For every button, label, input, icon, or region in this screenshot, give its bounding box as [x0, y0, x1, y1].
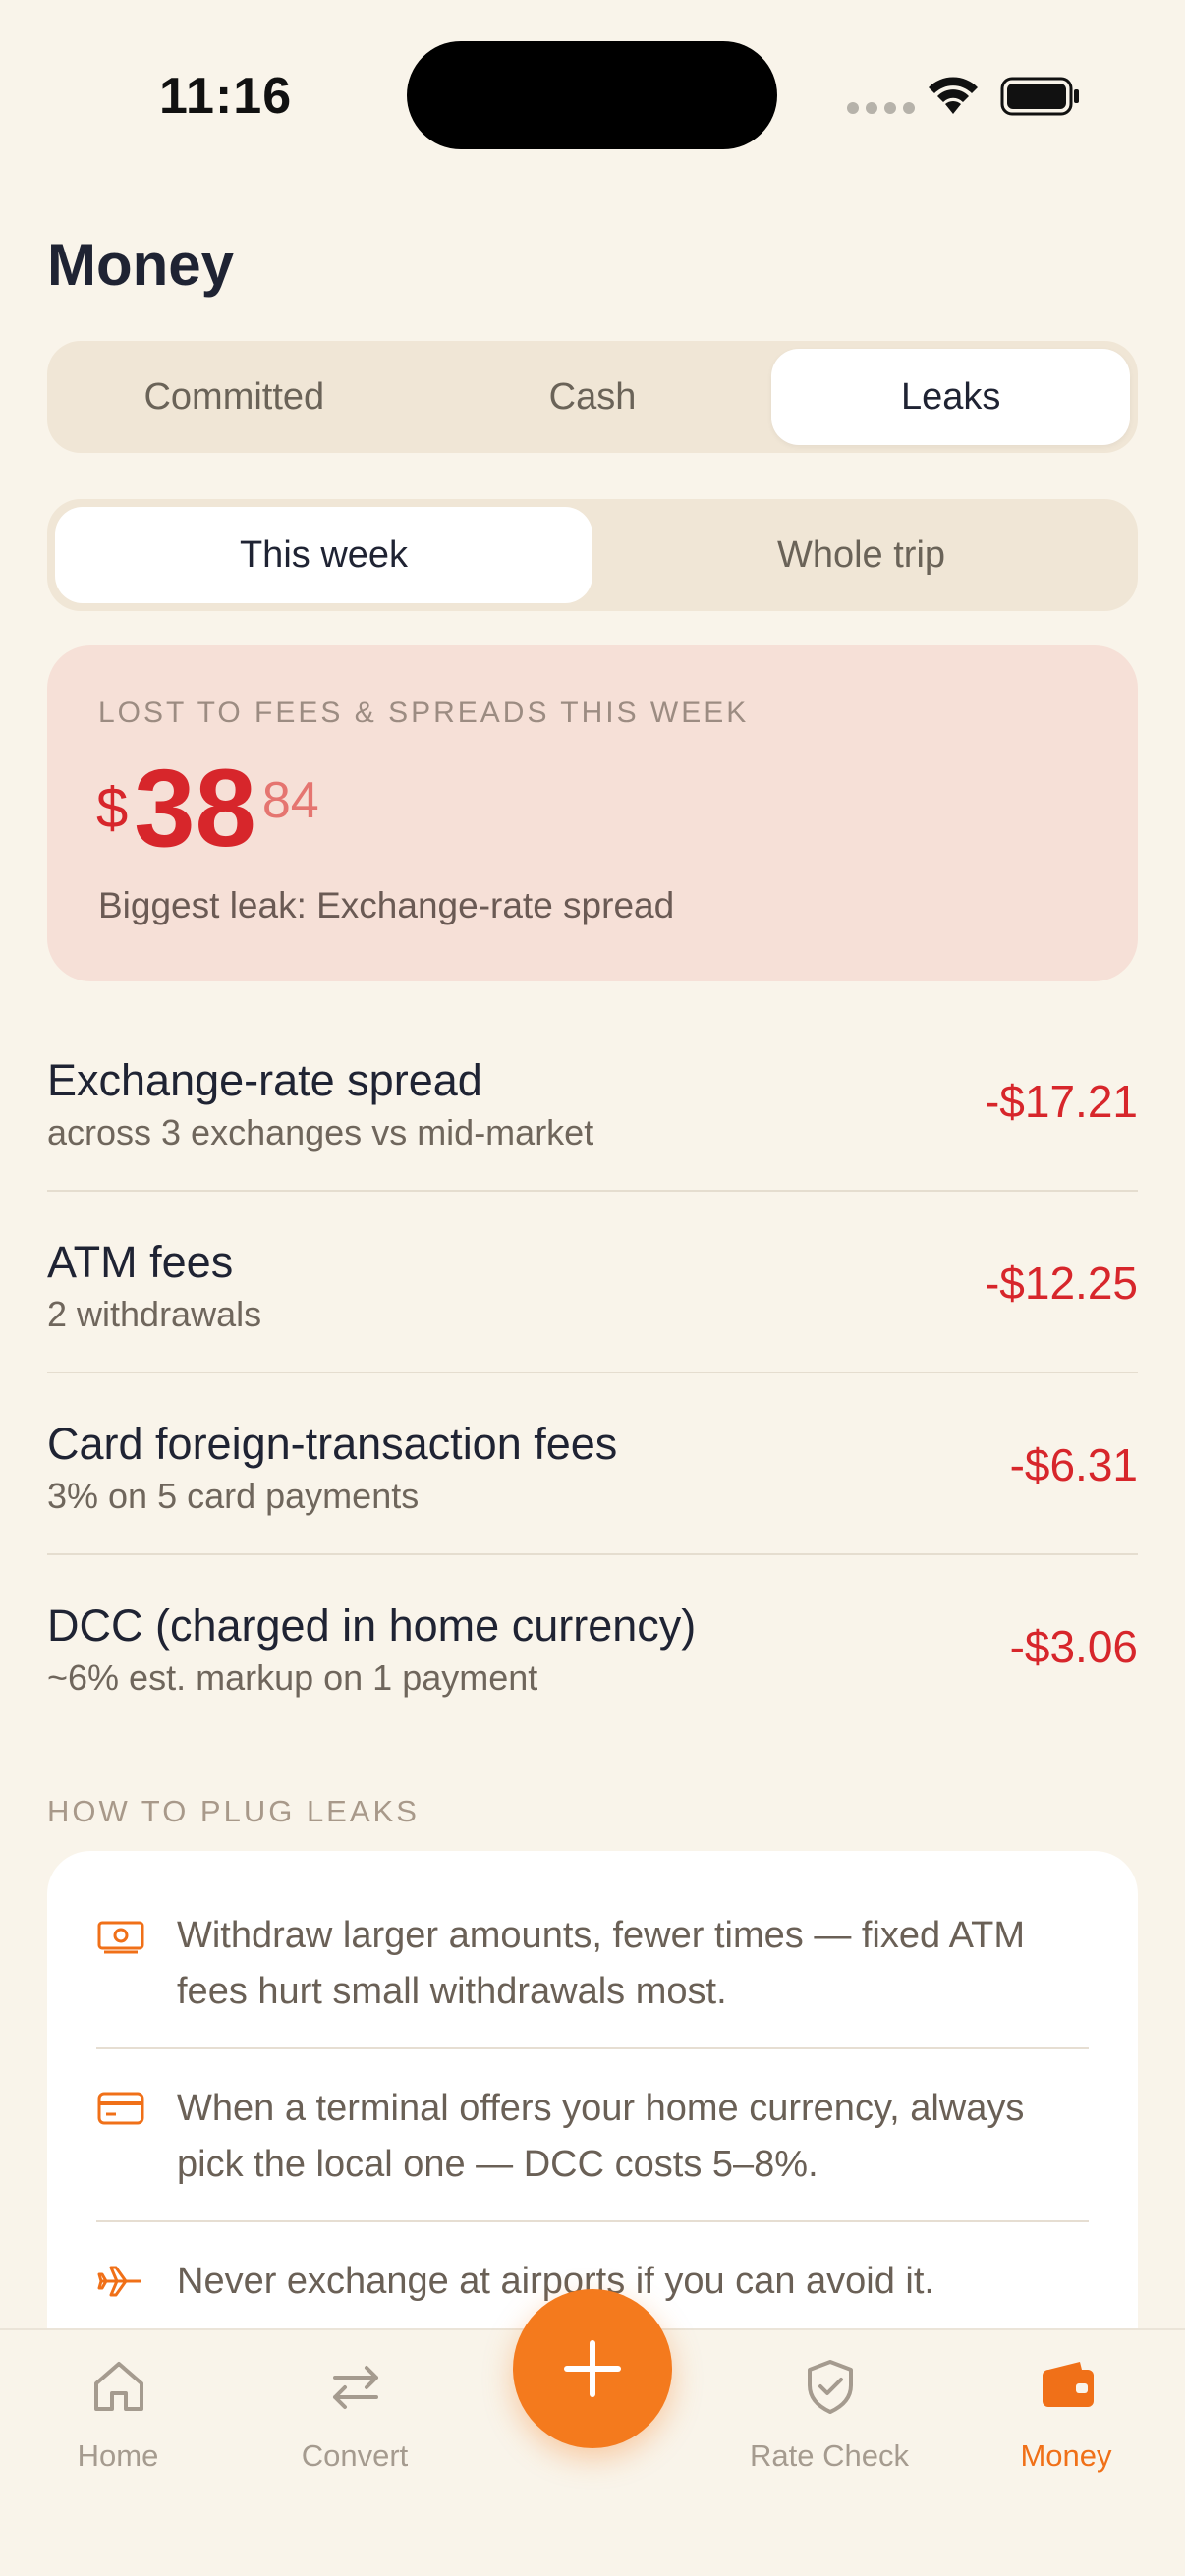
tab-label: Rate Check [750, 2438, 909, 2473]
period-segmented-control: This week Whole trip [47, 499, 1138, 611]
tip-text: When a terminal offers your home currenc… [177, 2088, 1025, 2185]
leak-name: Card foreign-transaction fees [47, 1419, 618, 1469]
dynamic-island [407, 41, 777, 149]
money-screen: 11:16 Money Committed Cash Leaks This we… [0, 0, 1185, 2576]
tab-money[interactable]: Money [948, 2330, 1184, 2507]
leak-detail: 2 withdrawals [47, 1294, 262, 1334]
tab-this-week[interactable]: This week [55, 507, 592, 603]
tips-heading: HOW TO PLUG LEAKS [47, 1794, 420, 1828]
tip-text: Withdraw larger amounts, fewer times — f… [177, 1915, 1025, 2012]
amount-cents: 84 [261, 772, 319, 829]
wallet-icon [1043, 2362, 1094, 2407]
leak-amount: -$17.21 [984, 1076, 1138, 1127]
swap-arrows-icon [333, 2366, 378, 2409]
credit-card-icon [97, 2092, 144, 2125]
tab-whole-trip[interactable]: Whole trip [592, 507, 1130, 603]
total-lost-amount: $ 38 84 [96, 744, 319, 864]
wifi-icon [929, 77, 978, 114]
tab-committed[interactable]: Committed [55, 349, 414, 445]
tab-label: Money [1020, 2438, 1112, 2473]
home-icon [94, 2362, 143, 2411]
airplane-icon [97, 2266, 141, 2297]
tab-leaks[interactable]: Leaks [771, 349, 1131, 445]
leak-amount: -$3.06 [1009, 1621, 1138, 1672]
status-bar: 11:16 [0, 0, 1185, 196]
leak-amount: -$6.31 [1009, 1439, 1138, 1490]
leak-amount: -$12.25 [984, 1258, 1138, 1309]
cash-icon [97, 1921, 144, 1954]
tab-label: Home [77, 2438, 159, 2473]
leak-detail: across 3 exchanges vs mid-market [47, 1112, 594, 1152]
leaks-summary-card: LOST TO FEES & SPREADS THIS WEEK $ 38 84… [47, 645, 1138, 981]
leak-row-atm-fees[interactable]: ATM fees 2 withdrawals -$12.25 [47, 1192, 1138, 1373]
cellular-signal-icon [847, 102, 915, 114]
tab-rate-check[interactable]: Rate Check [711, 2330, 947, 2507]
view-segmented-control: Committed Cash Leaks [47, 341, 1138, 453]
leak-name: DCC (charged in home currency) [47, 1600, 697, 1651]
battery-icon [1000, 77, 1079, 116]
leak-detail: 3% on 5 card payments [47, 1476, 420, 1516]
amount-integer: 38 [134, 747, 256, 869]
currency-symbol: $ [96, 776, 129, 840]
leak-row-exchange-spread[interactable]: Exchange-rate spread across 3 exchanges … [47, 1010, 1138, 1192]
shield-check-icon [808, 2360, 853, 2414]
summary-label: LOST TO FEES & SPREADS THIS WEEK [98, 697, 750, 729]
leak-name: Exchange-rate spread [47, 1055, 482, 1105]
divider [96, 2220, 1089, 2222]
biggest-leak-text: Biggest leak: Exchange-rate spread [98, 885, 675, 925]
leak-row-card-fees[interactable]: Card foreign-transaction fees 3% on 5 ca… [47, 1373, 1138, 1555]
tab-cash[interactable]: Cash [414, 349, 772, 445]
status-time: 11:16 [159, 68, 293, 125]
leaks-list: Exchange-rate spread across 3 exchanges … [47, 1010, 1138, 1737]
add-transaction-button[interactable] [513, 2289, 672, 2448]
tab-convert[interactable]: Convert [237, 2330, 473, 2507]
page-title: Money [47, 232, 235, 298]
leak-row-dcc[interactable]: DCC (charged in home currency) ~6% est. … [47, 1555, 1138, 1737]
divider [96, 2047, 1089, 2049]
leak-name: ATM fees [47, 1237, 234, 1287]
tab-home[interactable]: Home [0, 2330, 236, 2507]
plus-icon [564, 2340, 621, 2397]
tab-label: Convert [301, 2438, 409, 2473]
leak-detail: ~6% est. markup on 1 payment [47, 1657, 538, 1698]
